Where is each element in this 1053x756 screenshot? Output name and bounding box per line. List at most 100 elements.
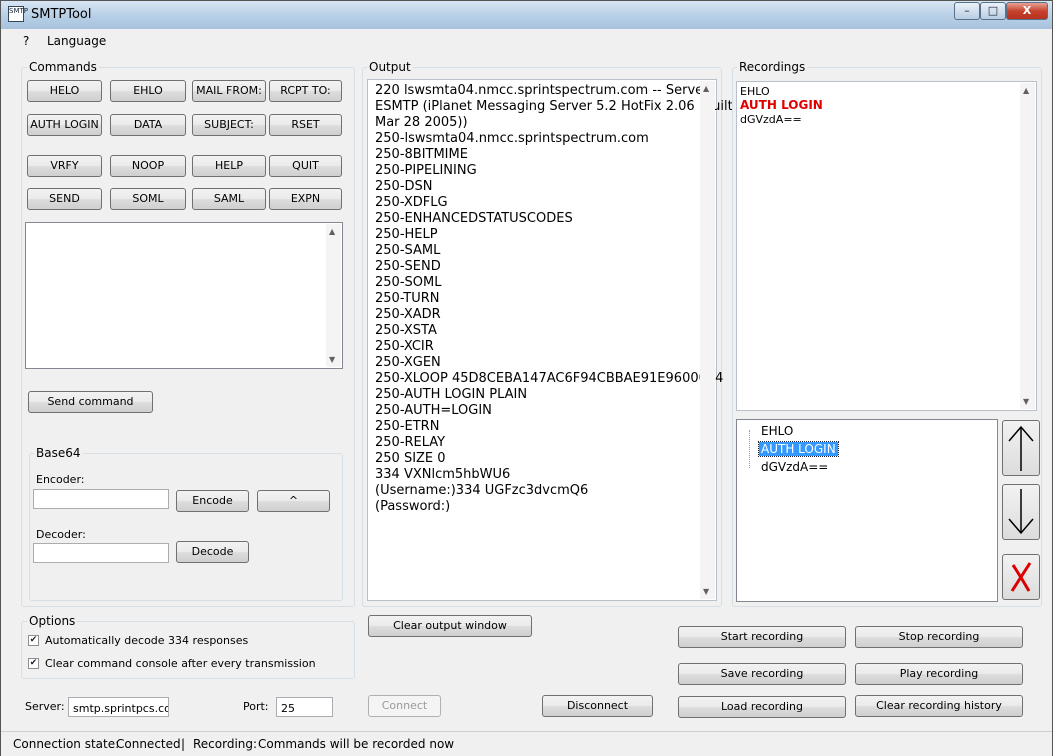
options-group bbox=[21, 621, 355, 679]
title-bar[interactable]: SMTP SMTPTool – □ X bbox=[1, 1, 1052, 30]
vrfy-button[interactable]: VRFY bbox=[27, 155, 102, 177]
recording-tree[interactable]: EHLO AUTH LOGIN dGVzdA== bbox=[736, 419, 998, 602]
quit-button[interactable]: QUIT bbox=[269, 155, 342, 177]
move-up-button[interactable] bbox=[1002, 420, 1040, 476]
send-command-button[interactable]: Send command bbox=[28, 391, 153, 413]
play-recording-button[interactable]: Play recording bbox=[855, 663, 1023, 685]
scroll-down-icon[interactable]: ▼ bbox=[703, 587, 709, 596]
tree-item[interactable]: EHLO bbox=[759, 424, 795, 438]
ehlo-button[interactable]: EHLO bbox=[110, 80, 186, 102]
move-down-button[interactable] bbox=[1002, 484, 1040, 540]
help-button[interactable]: HELP bbox=[192, 155, 266, 177]
output-line: 250-XGEN bbox=[375, 355, 441, 370]
minimize-button[interactable]: – bbox=[954, 2, 980, 20]
stop-recording-button[interactable]: Stop recording bbox=[855, 626, 1023, 648]
arrow-down-icon bbox=[1008, 489, 1034, 535]
scroll-up-icon[interactable]: ▲ bbox=[329, 227, 335, 236]
port-input[interactable]: 25 bbox=[276, 697, 333, 717]
start-recording-button[interactable]: Start recording bbox=[678, 626, 846, 648]
output-line: (Username:)334 UGFzc3dvcmQ6 bbox=[375, 483, 589, 498]
delete-recording-button[interactable] bbox=[1002, 554, 1040, 600]
output-line: 250-SOML bbox=[375, 275, 442, 290]
app-icon: SMTP bbox=[8, 6, 28, 22]
subject-button[interactable]: SUBJECT: bbox=[192, 114, 266, 136]
saml-button[interactable]: SAML bbox=[192, 188, 266, 210]
send-button[interactable]: SEND bbox=[27, 188, 102, 210]
output-line: 250-HELP bbox=[375, 227, 438, 242]
output-line: 250-lswsmta04.nmcc.sprintspectrum.com bbox=[375, 131, 649, 146]
output-scrollbar[interactable]: ▲ ▼ bbox=[700, 81, 715, 599]
close-button[interactable]: X bbox=[1006, 2, 1048, 20]
output-window[interactable]: 220 lswsmta04.nmcc.sprintspectrum.com --… bbox=[367, 79, 733, 601]
clear-recording-history-button[interactable]: Clear recording history bbox=[855, 695, 1023, 717]
connection-state-value: Connected bbox=[116, 737, 181, 751]
scroll-down-icon[interactable]: ▼ bbox=[1023, 397, 1029, 406]
status-bar: Connection state: Connected | Recording:… bbox=[1, 731, 1052, 756]
recording-scrollbar[interactable]: ▲ ▼ bbox=[1020, 83, 1035, 409]
helo-button[interactable]: HELO bbox=[27, 80, 102, 102]
server-label: Server: bbox=[25, 700, 65, 713]
menu-language[interactable]: Language bbox=[47, 34, 106, 48]
output-line: 220 lswsmta04.nmcc.sprintspectrum.com --… bbox=[375, 83, 709, 98]
output-line: 250-XCIR bbox=[375, 339, 434, 354]
maximize-button[interactable]: □ bbox=[980, 2, 1006, 20]
decoder-input[interactable] bbox=[33, 543, 169, 563]
tree-item[interactable]: dGVzdA== bbox=[759, 460, 830, 474]
clear-console-checkbox[interactable]: ✔ bbox=[28, 658, 39, 669]
output-line: 250-8BITMIME bbox=[375, 147, 468, 162]
output-line: Mar 28 2005)) bbox=[375, 115, 468, 130]
decode-button[interactable]: Decode bbox=[176, 541, 249, 563]
scroll-down-icon[interactable]: ▼ bbox=[329, 355, 335, 364]
swap-up-button[interactable]: ^ bbox=[257, 490, 330, 512]
output-line: 250-DSN bbox=[375, 179, 433, 194]
output-line: 250-XSTA bbox=[375, 323, 437, 338]
output-group-label: Output bbox=[367, 60, 413, 74]
console-scrollbar[interactable]: ▲ ▼ bbox=[326, 224, 341, 367]
status-separator: | bbox=[181, 737, 186, 751]
base64-group-label: Base64 bbox=[34, 446, 83, 460]
tree-item[interactable]: AUTH LOGIN bbox=[758, 441, 839, 457]
tree-connector bbox=[749, 430, 751, 468]
output-line: 250-ENHANCEDSTATUSCODES bbox=[375, 211, 573, 226]
output-line: 250-XDFLG bbox=[375, 195, 448, 210]
recording-line: AUTH LOGIN bbox=[740, 98, 823, 112]
encoder-input[interactable] bbox=[33, 489, 169, 509]
window-title: SMTPTool bbox=[31, 7, 92, 22]
disconnect-button[interactable]: Disconnect bbox=[542, 695, 653, 717]
command-console[interactable]: ▲ ▼ bbox=[25, 222, 343, 369]
rcpt-to-button[interactable]: RCPT TO: bbox=[269, 80, 342, 102]
recording-text-window[interactable]: EHLO AUTH LOGIN dGVzdA== ▲ ▼ bbox=[736, 81, 1037, 411]
output-line: 250-XLOOP 45D8CEBA147AC6F94CBBAE91E96000… bbox=[375, 371, 724, 386]
recording-line: dGVzdA== bbox=[740, 113, 802, 126]
output-line: 334 VXNlcm5hbWU6 bbox=[375, 467, 511, 482]
scroll-up-icon[interactable]: ▲ bbox=[703, 84, 709, 93]
scroll-up-icon[interactable]: ▲ bbox=[1023, 86, 1029, 95]
save-recording-button[interactable]: Save recording bbox=[678, 663, 846, 685]
auto-decode-checkbox[interactable]: ✔ bbox=[28, 635, 39, 646]
auto-decode-label: Automatically decode 334 responses bbox=[45, 634, 249, 647]
soml-button[interactable]: SOML bbox=[110, 188, 186, 210]
clear-output-button[interactable]: Clear output window bbox=[368, 615, 532, 637]
server-input[interactable]: smtp.sprintpcs.com bbox=[68, 697, 169, 717]
output-line: 250-PIPELINING bbox=[375, 163, 477, 178]
rset-button[interactable]: RSET bbox=[269, 114, 342, 136]
menu-bar: ? Language bbox=[1, 29, 1052, 53]
noop-button[interactable]: NOOP bbox=[110, 155, 186, 177]
commands-group-label: Commands bbox=[27, 60, 99, 74]
output-line: 250-AUTH LOGIN PLAIN bbox=[375, 387, 528, 402]
menu-help[interactable]: ? bbox=[23, 34, 29, 48]
output-line: 250-ETRN bbox=[375, 419, 440, 434]
load-recording-button[interactable]: Load recording bbox=[678, 696, 846, 718]
mail-from-button[interactable]: MAIL FROM: bbox=[192, 80, 266, 102]
output-line: 250-TURN bbox=[375, 291, 440, 306]
connection-state-label: Connection state: bbox=[13, 737, 120, 751]
options-group-label: Options bbox=[27, 614, 78, 628]
recordings-group-label: Recordings bbox=[737, 60, 808, 74]
connect-button[interactable]: Connect bbox=[368, 695, 441, 717]
encode-button[interactable]: Encode bbox=[176, 490, 249, 512]
auth-login-button[interactable]: AUTH LOGIN bbox=[27, 114, 102, 136]
data-button[interactable]: DATA bbox=[110, 114, 186, 136]
output-line: 250-XADR bbox=[375, 307, 441, 322]
recording-state-label: Recording: bbox=[193, 737, 258, 751]
expn-button[interactable]: EXPN bbox=[269, 188, 342, 210]
